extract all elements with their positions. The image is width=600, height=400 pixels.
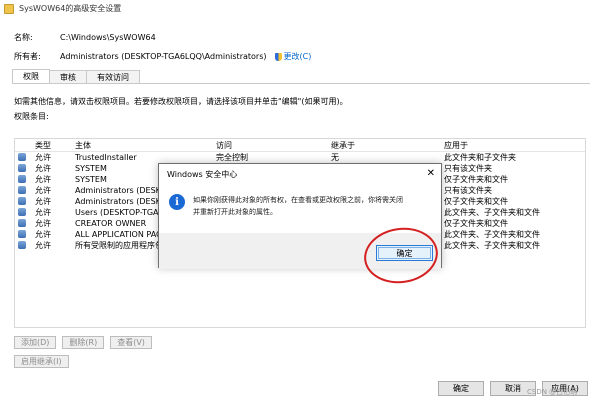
tab-effective-access[interactable]: 有效访问: [86, 70, 140, 83]
remove-button[interactable]: 删除(R): [62, 336, 105, 349]
cell-applies: 此文件夹和子文件夹: [444, 153, 516, 162]
info-icon: i: [169, 194, 185, 210]
dialog-footer: 确定: [159, 233, 441, 269]
title-bar: SysWOW64的高级安全设置: [0, 0, 600, 17]
col-applies-to[interactable]: 应用于: [444, 140, 584, 151]
tab-permissions[interactable]: 权限: [12, 69, 50, 83]
owner-value: Administrators (DESKTOP-TGA6LQQ\Administ…: [60, 52, 267, 61]
user-icon: [18, 152, 26, 161]
user-icon: [18, 229, 26, 238]
tab-bar: 权限 审核 有效访问: [12, 69, 140, 83]
dialog-message-line1: 如果你刚获得此对象的所有权，在查看或更改权限之前，你将需关闭: [193, 196, 403, 204]
dialog-title: Windows 安全中心: [167, 169, 238, 179]
cell-type: 允许: [35, 186, 51, 195]
cell-type: 允许: [35, 164, 51, 173]
tab-auditing[interactable]: 审核: [49, 70, 87, 83]
add-button[interactable]: 添加(D): [14, 336, 57, 349]
cell-principal: TrustedInstaller: [75, 153, 137, 162]
dialog-title-bar: Windows 安全中心 ✕: [159, 164, 441, 184]
cell-applies: 此文件夹、子文件夹和文件: [444, 208, 540, 217]
dialog-message-line2: 并重新打开此对象的属性。: [193, 208, 277, 216]
cell-type: 允许: [35, 153, 51, 162]
cell-type: 允许: [35, 230, 51, 239]
view-button[interactable]: 查看(V): [110, 336, 152, 349]
col-type[interactable]: 类型: [35, 140, 75, 151]
col-inherited-from[interactable]: 继承于: [331, 140, 444, 151]
name-row: 名称: C:\Windows\SysWOW64: [14, 32, 156, 43]
cell-type: 允许: [35, 241, 51, 250]
info-text: 如需其他信息，请双击权限项目。若要修改权限项目，请选择该项目并单击"编辑"(如果…: [14, 97, 348, 106]
table-row[interactable]: 允许 TrustedInstaller 完全控制 无 此文件夹和子文件夹: [15, 152, 585, 163]
cell-applies: 此文件夹、子文件夹和文件: [444, 241, 540, 250]
cell-type: 允许: [35, 219, 51, 228]
user-icon: [18, 196, 26, 205]
table-header: 类型 主体 访问 继承于 应用于: [15, 139, 585, 152]
cell-access: 完全控制: [216, 153, 248, 162]
name-label: 名称:: [14, 33, 33, 42]
close-icon[interactable]: ✕: [427, 168, 435, 179]
cell-applies: 仅子文件夹和文件: [444, 197, 508, 206]
user-icon: [18, 218, 26, 227]
cell-type: 允许: [35, 175, 51, 184]
cell-applies: 仅子文件夹和文件: [444, 175, 508, 184]
owner-row: 所有者: Administrators (DESKTOP-TGA6LQQ\Adm…: [14, 51, 311, 62]
entry-actions: 添加(D) 删除(R) 查看(V): [14, 336, 152, 349]
security-dialog: Windows 安全中心 ✕ i 如果你刚获得此对象的所有权，在查看或更改权限之…: [158, 163, 442, 269]
ok-button[interactable]: 确定: [438, 381, 484, 396]
name-value: C:\Windows\SysWOW64: [60, 33, 156, 42]
user-icon: [18, 207, 26, 216]
cell-applies: 只有该文件夹: [444, 186, 492, 195]
user-icon: [18, 240, 26, 249]
cell-type: 允许: [35, 197, 51, 206]
cell-applies: 此文件夹、子文件夹和文件: [444, 230, 540, 239]
user-icon: [18, 163, 26, 172]
window-title: SysWOW64的高级安全设置: [19, 4, 122, 13]
cell-applies: 只有该文件夹: [444, 164, 492, 173]
cell-inherited: 无: [331, 153, 339, 162]
folder-icon: [4, 3, 14, 14]
cell-applies: 仅子文件夹和文件: [444, 219, 508, 228]
user-icon: [18, 185, 26, 194]
owner-label: 所有者:: [14, 52, 41, 61]
enable-inheritance-button[interactable]: 启用继承(I): [14, 355, 69, 368]
cell-type: 允许: [35, 208, 51, 217]
watermark: CSDN @白忆萌: [527, 388, 578, 396]
dialog-message: 如果你刚获得此对象的所有权，在查看或更改权限之前，你将需关闭 并重新打开此对象的…: [193, 194, 403, 233]
dialog-ok-button[interactable]: 确定: [376, 245, 433, 261]
entries-label: 权限条目:: [14, 112, 49, 121]
user-icon: [18, 174, 26, 183]
tab-divider: [12, 83, 590, 84]
col-access[interactable]: 访问: [216, 140, 331, 151]
dialog-body: i 如果你刚获得此对象的所有权，在查看或更改权限之前，你将需关闭 并重新打开此对…: [159, 184, 441, 233]
col-principal[interactable]: 主体: [75, 140, 216, 151]
change-owner-link[interactable]: 更改(C): [284, 51, 312, 62]
uac-shield-icon: [274, 52, 282, 61]
